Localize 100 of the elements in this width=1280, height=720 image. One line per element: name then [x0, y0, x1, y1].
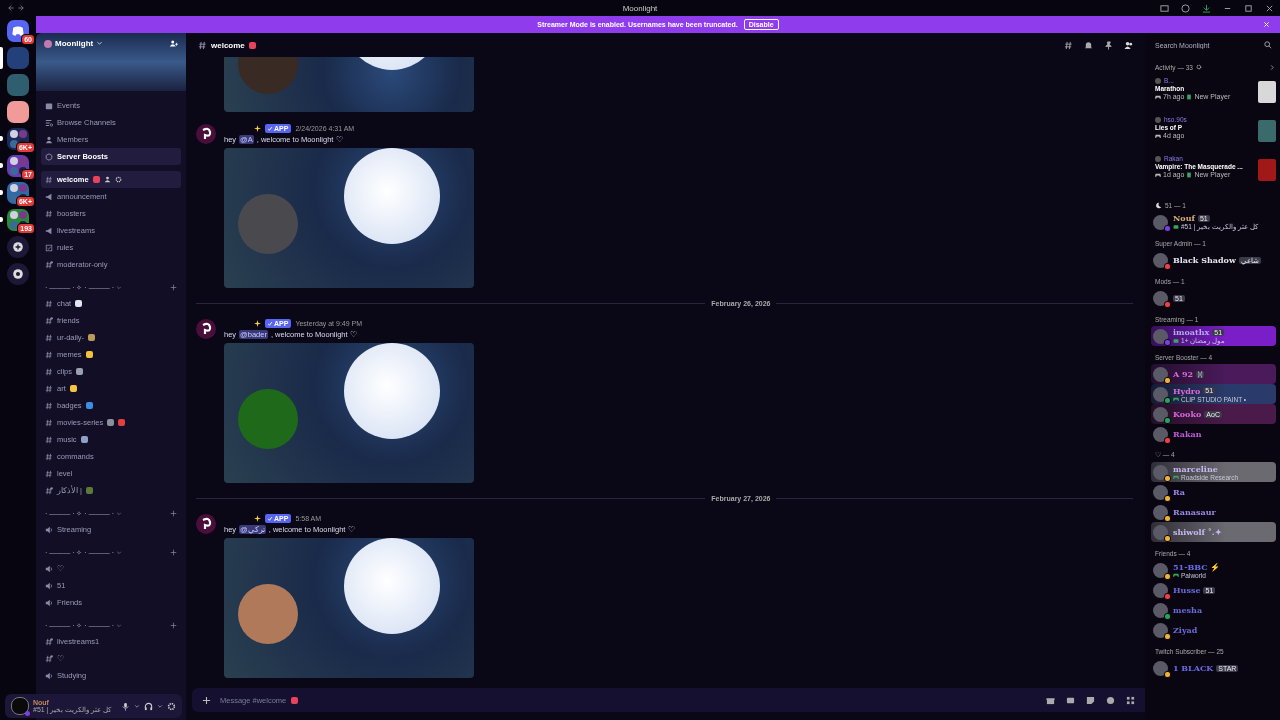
photo-placeholder[interactable]: [224, 343, 474, 483]
threads-icon[interactable]: [1064, 40, 1073, 50]
speaker-icon: [45, 598, 53, 607]
photo-placeholder[interactable]: [224, 57, 474, 112]
members-icon[interactable]: [1124, 40, 1133, 50]
member-name: Ziyad: [1173, 625, 1198, 635]
member-item[interactable]: Ranasaur: [1151, 502, 1276, 522]
gift-icon[interactable]: [1046, 695, 1055, 705]
add-channel-icon[interactable]: [170, 510, 177, 517]
close-icon[interactable]: [1265, 3, 1274, 13]
member-avatar: [1153, 406, 1168, 422]
hash-icon: [45, 299, 53, 308]
bell-icon[interactable]: [1084, 40, 1093, 50]
discover-icon[interactable]: [7, 263, 29, 285]
speaker-icon: [45, 525, 53, 534]
headphones-icon[interactable]: [144, 701, 153, 711]
member-name: Nouf: [1173, 213, 1195, 223]
member-avatar: [1153, 660, 1168, 676]
user-avatar[interactable]: [1155, 116, 1161, 123]
member-name: mesha: [1173, 605, 1203, 615]
boost-gem-icon: [45, 152, 53, 161]
text-channel-icon: [198, 40, 207, 50]
bot-avatar[interactable]: [196, 319, 216, 339]
add-attachment-icon[interactable]: [202, 695, 211, 705]
crescent-moon-icon: [1155, 201, 1162, 209]
member-avatar: [1153, 504, 1168, 520]
member-item[interactable]: Ziyad: [1151, 620, 1276, 640]
member-item[interactable]: mesha: [1151, 600, 1276, 620]
checkmark-icon: [267, 515, 273, 522]
back-forward-icon[interactable]: [6, 4, 26, 12]
chevron-icon[interactable]: [1269, 63, 1276, 71]
user-avatar[interactable]: [11, 697, 29, 715]
settings-icon[interactable]: [1195, 64, 1202, 70]
server-icon: [44, 39, 52, 48]
speaker-icon: [45, 671, 53, 680]
search-icon[interactable]: [1264, 41, 1272, 49]
member-avatar: [1153, 484, 1168, 500]
invite-people-icon[interactable]: [169, 39, 178, 48]
bot-avatar[interactable]: [196, 124, 216, 144]
member-item[interactable]: Ra: [1151, 482, 1276, 502]
user-avatar[interactable]: [1155, 155, 1161, 162]
server-icon[interactable]: [7, 101, 29, 123]
sparkles-icon: [254, 515, 261, 522]
sticker-icon[interactable]: [1086, 695, 1095, 705]
pin-icon[interactable]: [1104, 40, 1113, 50]
member-avatar: [1153, 290, 1168, 306]
hash-icon: [45, 316, 53, 325]
member-name: Ra: [1173, 487, 1185, 497]
new-player-icon: [1186, 171, 1193, 178]
chevron-icon[interactable]: [96, 40, 104, 47]
hash-icon: [45, 260, 53, 269]
member-name: Rakan: [1173, 429, 1202, 439]
maximize-icon[interactable]: [1244, 3, 1253, 13]
member-avatar: [1153, 252, 1168, 268]
invite-people-icon[interactable]: [103, 176, 111, 183]
list-search-icon: [45, 118, 53, 127]
photo-placeholder[interactable]: [224, 538, 474, 678]
window-title: Moonlight: [621, 3, 659, 13]
speaker-icon: [45, 581, 53, 590]
chevron-icon[interactable]: [134, 703, 140, 709]
member-name: Ranasaur: [1173, 507, 1216, 517]
member-avatar: [1153, 464, 1168, 480]
apps-icon[interactable]: [1126, 695, 1135, 705]
calendar-icon: [45, 101, 53, 110]
megaphone-icon: [45, 192, 53, 201]
member-avatar: [1153, 524, 1168, 540]
member-name: 1 BLACK: [1173, 663, 1214, 673]
member-avatar: [1153, 562, 1168, 578]
member-item[interactable]: Rakan: [1151, 424, 1276, 444]
settings-icon[interactable]: [167, 701, 176, 711]
member-item-with-nameplate[interactable]: shiwolf ˚.✦: [1151, 522, 1276, 542]
controller-icon: [1155, 132, 1161, 139]
member-name: A 92: [1173, 369, 1194, 379]
channel-name: welcome: [211, 40, 245, 50]
server-name[interactable]: Moonlight: [55, 39, 94, 48]
hash-icon: [45, 469, 53, 478]
hash-icon: [45, 175, 53, 184]
photo-placeholder[interactable]: [224, 148, 474, 288]
hash-icon: [45, 367, 53, 376]
hash-icon: [45, 401, 53, 410]
add-channel-icon[interactable]: [170, 622, 177, 629]
add-channel-icon[interactable]: [170, 284, 177, 291]
hash-icon: [45, 209, 53, 218]
hash-icon: [45, 637, 53, 646]
member-name: imoathx: [1173, 327, 1210, 337]
people-icon: [45, 135, 53, 144]
user-avatar[interactable]: [1155, 77, 1161, 84]
member-avatar: [1153, 622, 1168, 638]
settings-icon[interactable]: [114, 176, 122, 183]
add-channel-icon[interactable]: [170, 549, 177, 556]
controller-icon: [1155, 171, 1161, 178]
hash-icon: [45, 435, 53, 444]
microphone-icon[interactable]: [121, 701, 130, 711]
hash-icon: [45, 452, 53, 461]
chevron-icon[interactable]: [157, 703, 163, 709]
download-icon[interactable]: [1202, 3, 1211, 13]
checklist-icon: [45, 243, 53, 252]
hash-icon: [45, 654, 53, 663]
add-server-icon[interactable]: [7, 236, 29, 258]
bot-avatar[interactable]: [196, 514, 216, 534]
